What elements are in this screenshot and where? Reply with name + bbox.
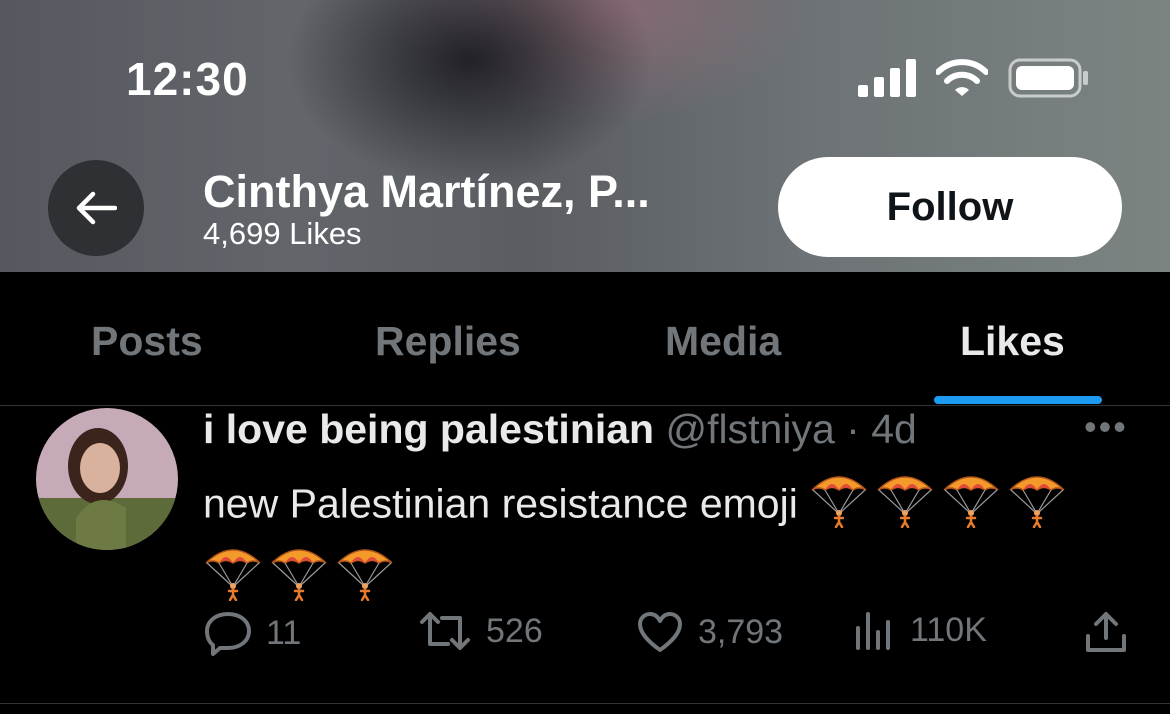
- parachute-emoji: [941, 470, 1001, 543]
- reply-count: 11: [266, 613, 302, 652]
- views-icon: [856, 612, 890, 650]
- profile-header-banner: 12:30 Cinthya Martínez, P... 4,699 Likes…: [0, 0, 1170, 272]
- profile-name: Cinthya Martínez, P...: [203, 166, 650, 217]
- parachute-emoji: [875, 470, 935, 543]
- tab-likes[interactable]: Likes: [960, 318, 1065, 365]
- parachute-emoji: [809, 470, 869, 543]
- like-count: 3,793: [698, 612, 784, 651]
- status-time: 12:30: [126, 53, 249, 105]
- post-timestamp[interactable]: 4d: [871, 406, 917, 452]
- post-author-handle[interactable]: @flstniya: [666, 406, 835, 452]
- views-button[interactable]: 110K: [854, 610, 987, 650]
- repost-icon: [420, 612, 470, 650]
- avatar[interactable]: [36, 408, 178, 550]
- tab-media[interactable]: Media: [665, 318, 781, 365]
- repost-button[interactable]: 526: [418, 610, 543, 652]
- status-icons: [858, 58, 1090, 98]
- parachute-emoji: [335, 543, 395, 616]
- post-author-name[interactable]: i love being palestinian: [203, 406, 654, 452]
- like-button[interactable]: 3,793: [636, 610, 783, 654]
- tab-replies[interactable]: Replies: [375, 318, 521, 365]
- follow-button[interactable]: Follow: [778, 157, 1122, 257]
- signal-icon: [858, 59, 916, 97]
- back-arrow-icon: [76, 191, 117, 225]
- post-actions: 11 526 3,793 110K: [0, 610, 1170, 666]
- tab-posts[interactable]: Posts: [91, 318, 203, 365]
- post-header: i love being palestinian @flstniya · 4d: [203, 406, 917, 453]
- parachute-emoji: [269, 543, 329, 616]
- share-icon: [1086, 612, 1126, 652]
- reply-button[interactable]: 11: [204, 610, 301, 656]
- profile-tabs: Posts Replies Media Likes: [0, 272, 1170, 406]
- profile-likes-count: 4,699 Likes: [203, 216, 362, 251]
- repost-count: 526: [486, 611, 543, 650]
- parachute-emoji: [1007, 470, 1067, 543]
- battery-icon: [1008, 58, 1088, 98]
- post-text: new Palestinian resistance emoji: [203, 470, 1133, 616]
- back-button[interactable]: [48, 160, 144, 256]
- parachute-emoji: [203, 543, 263, 616]
- reply-icon: [205, 612, 251, 656]
- post-separator: ·: [846, 406, 860, 452]
- view-count: 110K: [910, 610, 987, 649]
- heart-icon: [638, 612, 682, 652]
- more-options-icon[interactable]: •••: [1084, 406, 1128, 448]
- post-text-body: new Palestinian resistance emoji: [203, 480, 798, 527]
- share-button[interactable]: [1084, 610, 1128, 654]
- post-divider: [0, 703, 1170, 704]
- active-tab-indicator: [934, 396, 1102, 404]
- wifi-icon: [936, 59, 988, 96]
